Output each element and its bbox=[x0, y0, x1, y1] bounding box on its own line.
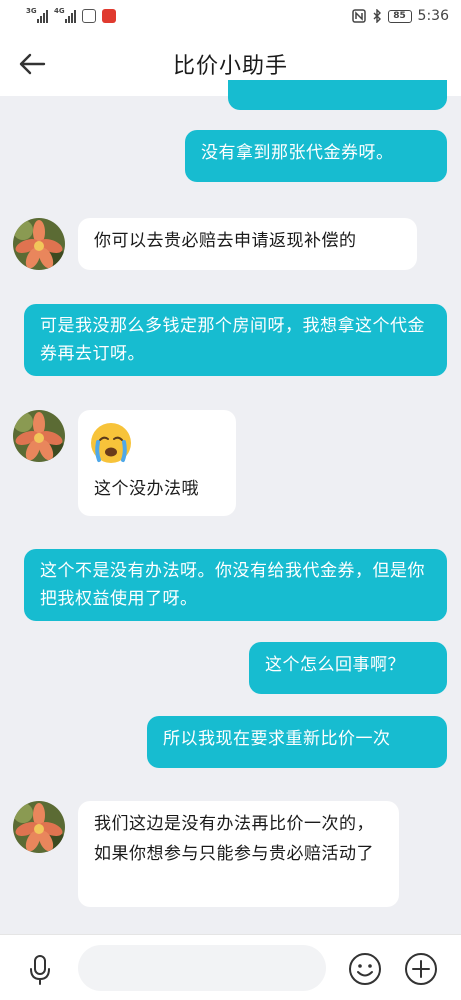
app-notification-icon bbox=[82, 9, 96, 23]
message-text: 我们这边是没有办法再比价一次的，如果你想参与只能参与贵必赔活动了 bbox=[94, 814, 374, 864]
message-input[interactable] bbox=[78, 945, 326, 991]
flower-avatar-icon bbox=[13, 801, 65, 853]
message-outgoing[interactable]: 没有拿到那张代金券呀。 bbox=[185, 130, 447, 182]
message-incoming[interactable]: 这个没办法哦 bbox=[78, 410, 236, 516]
input-bar bbox=[0, 934, 461, 1000]
avatar[interactable] bbox=[13, 410, 65, 462]
message-text: 这个不是没有办法呀。你没有给我代金券，但是你把我权益使用了呀。 bbox=[40, 561, 425, 609]
clock: 5:36 bbox=[417, 8, 449, 24]
battery-icon: 85 bbox=[387, 9, 412, 23]
status-bar: 3G 4G 85 5:36 bbox=[0, 0, 461, 32]
signal-icon-1: 3G bbox=[26, 7, 48, 23]
message-text: 你可以去贵必赔去申请返现补偿的 bbox=[94, 231, 357, 251]
message-text: 没有拿到那张代金券呀。 bbox=[201, 143, 394, 163]
back-arrow-icon[interactable] bbox=[16, 48, 48, 80]
avatar[interactable] bbox=[13, 218, 65, 270]
avatar[interactable] bbox=[13, 801, 65, 853]
message-outgoing[interactable]: 这个不是没有办法呀。你没有给我代金券，但是你把我权益使用了呀。 bbox=[24, 549, 447, 621]
status-right: 85 5:36 bbox=[351, 8, 449, 24]
emoji-icon[interactable] bbox=[347, 951, 383, 987]
message-incoming[interactable]: 我们这边是没有办法再比价一次的，如果你想参与只能参与贵必赔活动了 bbox=[78, 801, 399, 907]
message-text: 这个没办法哦 bbox=[94, 479, 199, 499]
message-text: 所以我现在要求重新比价一次 bbox=[163, 729, 391, 749]
message-outgoing[interactable]: 这个怎么回事啊？ bbox=[249, 642, 447, 694]
flower-avatar-icon bbox=[13, 218, 65, 270]
microphone-icon[interactable] bbox=[22, 951, 58, 987]
bluetooth-icon bbox=[373, 9, 381, 23]
crying-face-emoji-icon bbox=[91, 423, 131, 463]
message-outgoing[interactable]: 所以我现在要求重新比价一次 bbox=[147, 716, 447, 768]
nfc-icon bbox=[351, 9, 366, 23]
message-text: 可是我没那么多钱定那个房间呀，我想拿这个代金券再去订呀。 bbox=[40, 316, 425, 364]
page-title: 比价小助手 bbox=[172, 54, 288, 79]
message-bubble-partial bbox=[228, 80, 447, 110]
message-incoming[interactable]: 你可以去贵必赔去申请返现补偿的 bbox=[78, 218, 417, 270]
status-left: 3G 4G bbox=[26, 7, 116, 23]
flower-avatar-icon bbox=[13, 410, 65, 462]
app-notification-icon-red bbox=[102, 9, 116, 23]
signal-icon-2: 4G bbox=[54, 7, 76, 23]
network-type-2: 4G bbox=[54, 7, 65, 15]
network-type-1: 3G bbox=[26, 7, 37, 15]
message-text: 这个怎么回事啊？ bbox=[265, 655, 405, 675]
add-icon[interactable] bbox=[403, 951, 439, 987]
message-outgoing[interactable]: 可是我没那么多钱定那个房间呀，我想拿这个代金券再去订呀。 bbox=[24, 304, 447, 376]
